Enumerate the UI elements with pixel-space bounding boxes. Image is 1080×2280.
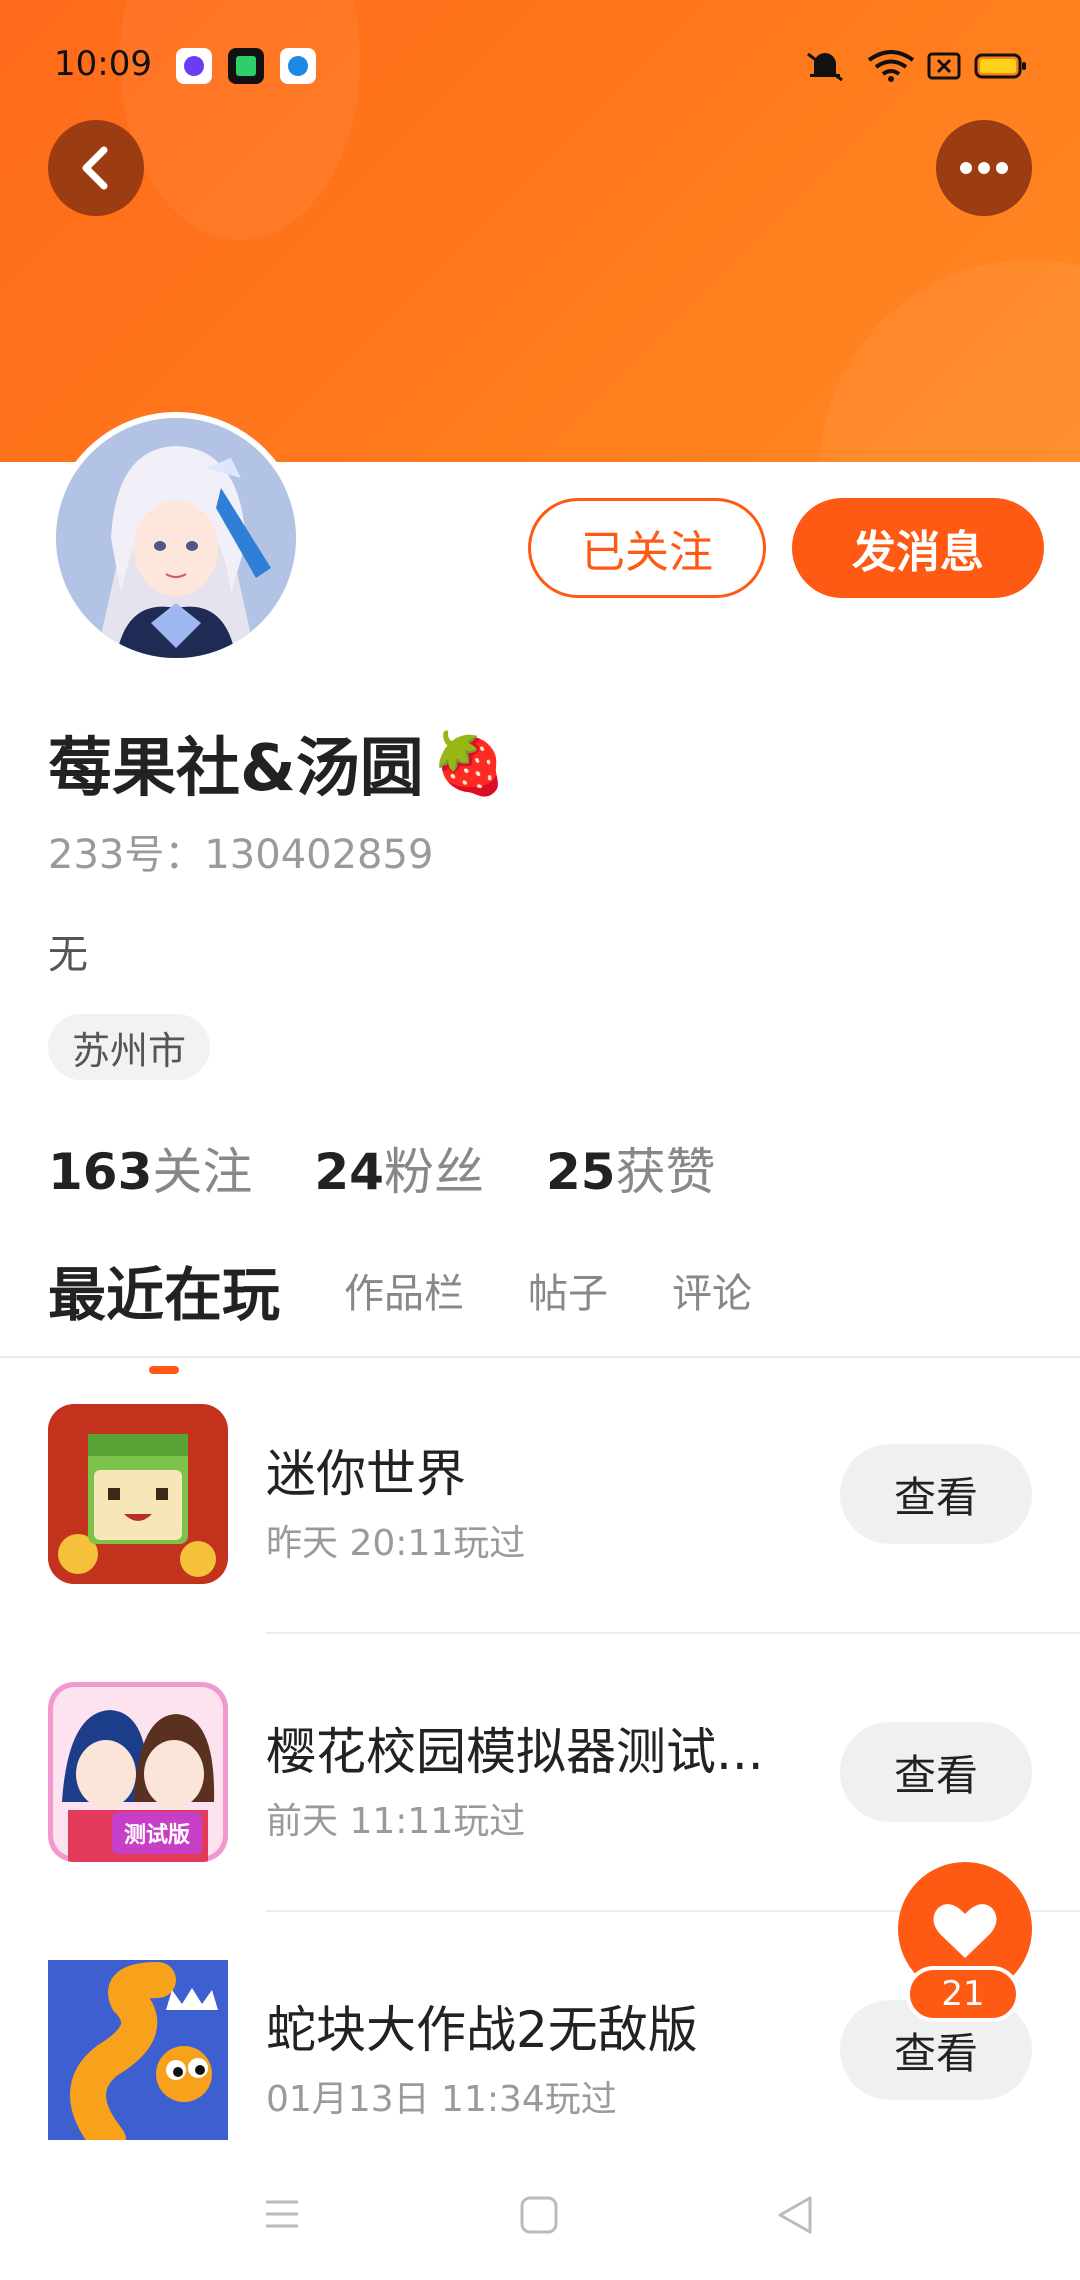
status-time: 10:09 bbox=[54, 44, 152, 84]
back-button[interactable] bbox=[48, 120, 144, 216]
game-title: 蛇块大作战2无敌版 bbox=[266, 2001, 698, 2059]
tab-works[interactable]: 作品栏 bbox=[344, 1261, 464, 1319]
followed-button[interactable]: 已关注 bbox=[528, 498, 766, 598]
user-id: 233号：130402859 bbox=[48, 832, 434, 878]
back-chevron-icon bbox=[82, 146, 108, 190]
menu-icon[interactable] bbox=[262, 2194, 302, 2234]
strawberry-emoji: 🍓 bbox=[431, 728, 507, 799]
location-tag: 苏州市 bbox=[48, 1014, 211, 1080]
tab-comments[interactable]: 评论 bbox=[672, 1261, 752, 1319]
sim-icon bbox=[927, 52, 961, 80]
status-bar: 10:09 bbox=[0, 0, 1080, 130]
avatar[interactable] bbox=[50, 412, 302, 664]
stat-following[interactable]: 163关注 bbox=[48, 1132, 252, 1204]
more-dots-icon bbox=[960, 162, 1008, 174]
system-nav-bar bbox=[0, 2160, 1080, 2280]
game-played-time: 昨天 20:11玩过 bbox=[266, 1523, 526, 1564]
game-title: 樱花校园模拟器测试... bbox=[266, 1723, 764, 1781]
game-icon-mini-world bbox=[48, 1404, 228, 1584]
game-icon-badge: 测试版 bbox=[124, 1823, 190, 1848]
battery-icon bbox=[974, 53, 1026, 79]
like-count-badge: 21 bbox=[906, 1966, 1020, 2022]
game-title: 迷你世界 bbox=[266, 1445, 466, 1503]
more-button[interactable] bbox=[936, 120, 1032, 216]
game-played-time: 01月13日 11:34玩过 bbox=[266, 2079, 617, 2120]
game-icon-snake bbox=[48, 1960, 228, 2140]
stat-likes[interactable]: 25获赞 bbox=[546, 1132, 716, 1204]
profile-bio: 无 bbox=[48, 932, 88, 978]
avatar-illustration bbox=[56, 418, 296, 658]
video-app-icon bbox=[228, 48, 264, 84]
list-divider bbox=[266, 1632, 1080, 1634]
view-button[interactable]: 查看 bbox=[840, 1722, 1032, 1822]
profile-stats: 163关注 24粉丝 25获赞 bbox=[48, 1132, 778, 1204]
banner-decoration bbox=[820, 260, 1080, 462]
notification-app-icon bbox=[176, 48, 212, 84]
tab-divider bbox=[0, 1356, 1080, 1358]
tab-posts[interactable]: 帖子 bbox=[528, 1261, 608, 1319]
home-square-icon[interactable] bbox=[518, 2194, 560, 2236]
send-message-button[interactable]: 发消息 bbox=[792, 498, 1044, 598]
back-triangle-icon[interactable] bbox=[774, 2194, 816, 2236]
game-icon-sakura-school: 测试版 bbox=[48, 1682, 228, 1862]
list-item[interactable]: 测试版 樱花校园模拟器测试... 前天 11:11玩过 查看 bbox=[0, 1682, 1080, 1862]
wifi-icon bbox=[867, 50, 915, 82]
view-button[interactable]: 查看 bbox=[840, 1444, 1032, 1544]
profile-name: 莓果社&汤圆 bbox=[48, 732, 424, 806]
list-item[interactable]: 迷你世界 昨天 20:11玩过 查看 bbox=[0, 1404, 1080, 1584]
tab-recently-played[interactable]: 最近在玩 bbox=[48, 1248, 280, 1332]
profile-tabs: 最近在玩 作品栏 帖子 评论 bbox=[48, 1250, 816, 1330]
profile-name-row: 莓果社&汤圆 🍓 bbox=[48, 718, 507, 808]
game-played-time: 前天 11:11玩过 bbox=[266, 1801, 526, 1842]
stat-fans[interactable]: 24粉丝 bbox=[314, 1132, 484, 1204]
browser-app-icon bbox=[280, 48, 316, 84]
mute-icon bbox=[807, 52, 843, 82]
